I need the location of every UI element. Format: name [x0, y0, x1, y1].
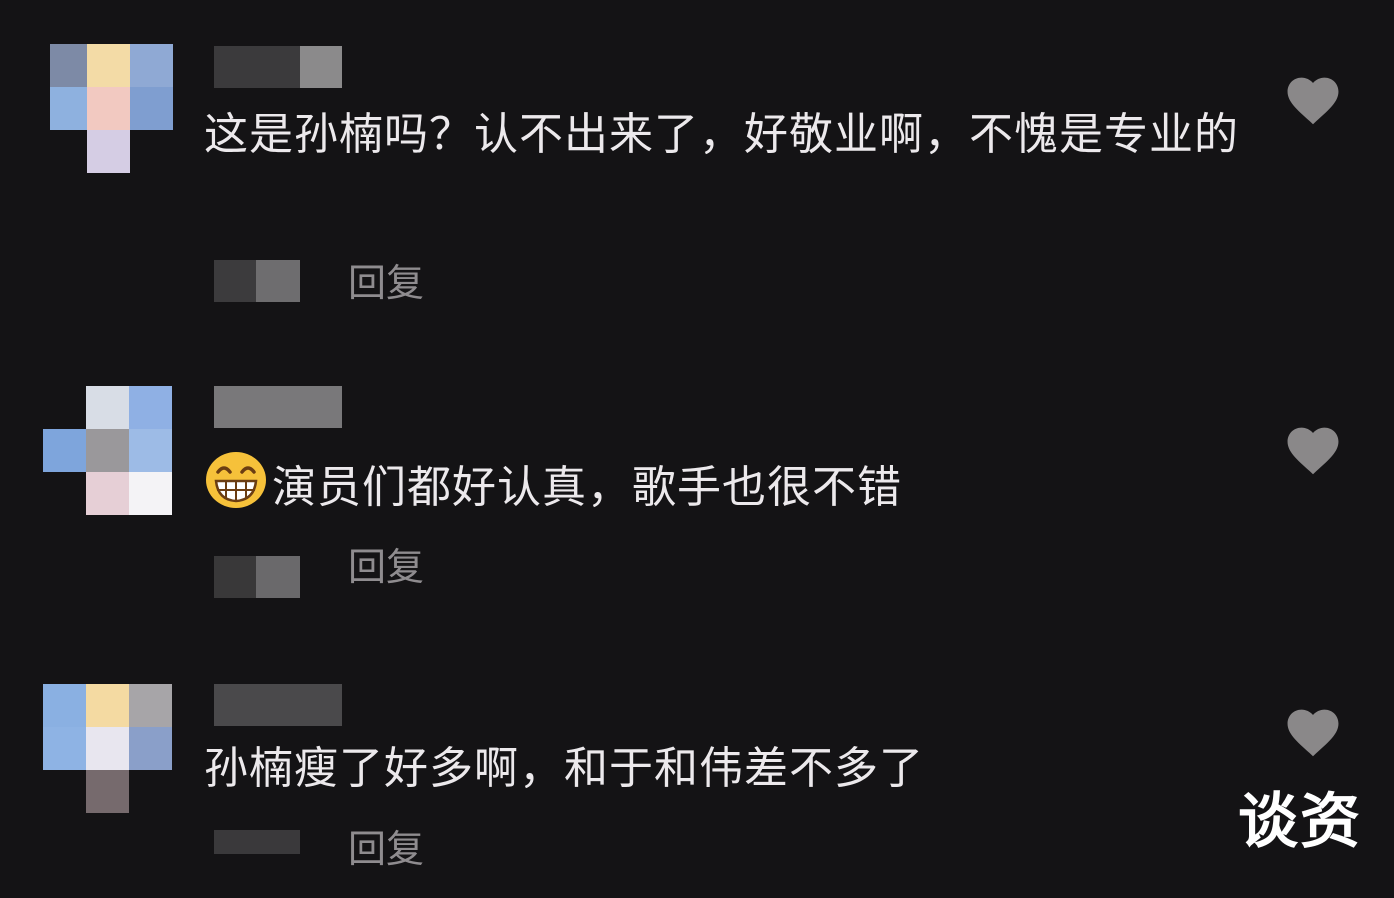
username[interactable]	[214, 386, 342, 428]
heart-icon[interactable]	[1282, 702, 1344, 758]
username[interactable]	[214, 684, 342, 726]
reply-button[interactable]: 回复	[348, 828, 424, 870]
comment-text: 孙楠瘦了好多啊，和于和伟差不多了	[204, 743, 924, 794]
comment-text: 演员们都好认真，歌手也很不错	[204, 450, 1244, 523]
reply-button[interactable]: 回复	[348, 546, 424, 588]
grinning-face-emoji	[206, 452, 266, 508]
watermark: 谈资	[1238, 787, 1362, 857]
comment-timestamp	[214, 830, 300, 854]
avatar[interactable]	[42, 386, 172, 516]
comment-timestamp	[214, 556, 300, 598]
comment-item: 孙楠瘦了好多啊，和于和伟差不多了 回复	[0, 0, 1394, 870]
heart-icon[interactable]	[1282, 420, 1344, 476]
comment-text-label: 演员们都好认真，歌手也很不错	[272, 462, 902, 513]
avatar[interactable]	[42, 684, 172, 814]
